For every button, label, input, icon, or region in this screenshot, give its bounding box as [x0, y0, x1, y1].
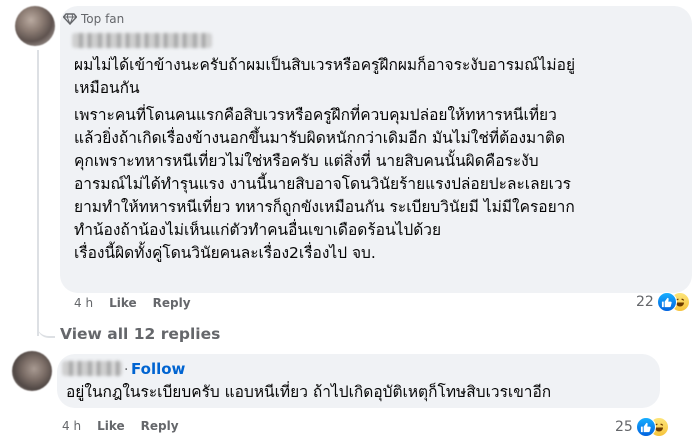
- comment-text: อยู่ในกฎในระเบียบครับ แอบหนีเที่ยว ถ้าไป…: [66, 383, 552, 401]
- comment-line: เพราะคนที่โดนคนแรกคือสิบเวรหรือครูฝึกที่…: [74, 106, 557, 124]
- like-reaction-icon: [656, 292, 677, 312]
- timestamp[interactable]: 4 h: [74, 296, 93, 310]
- comment-actions: 4 h Like Reply: [62, 419, 179, 433]
- reply-button[interactable]: Reply: [153, 296, 191, 310]
- badge-label: Top fan: [81, 12, 125, 26]
- comment-line: แล้วยิ่งถ้าเกิดเรื่องข้างนอกขึ้นมารับผิด…: [74, 129, 566, 147]
- follow-button[interactable]: Follow: [131, 360, 185, 378]
- thread-branch: [37, 310, 55, 338]
- reaction-summary[interactable]: 25: [615, 417, 672, 437]
- comment-line: เรื่องนี้ผิดทั้งคู่โดนวินัยคนละเรื่อง2เร…: [74, 244, 376, 262]
- like-button[interactable]: Like: [97, 419, 125, 433]
- comment-text: ผมไม่ได้เข้าข้างนะครับถ้าผมเป็นสิบเวรหรื…: [74, 54, 684, 265]
- comment-line: ทำน้องถ้าน้องไม่เห็นแก่ตัวทำคนอื่นเขาเดื…: [74, 221, 442, 239]
- separator-dot: ·: [124, 362, 129, 378]
- comment-line: อารมณ์ไม่ได้ทำรุนแรง งานนี้นายสิบอาจโดนว…: [74, 175, 571, 193]
- top-fan-badge: Top fan: [63, 12, 124, 26]
- reaction-count: 25: [615, 419, 633, 435]
- comment-line: คุกเพราะทหารหนีเที่ยวไม่ใช่หรือครับ แต่ส…: [74, 152, 539, 170]
- comment-line: ยามทำให้ทหารหนีเที่ยว ทหารก็ถูกขังเหมือน…: [74, 198, 575, 216]
- like-button[interactable]: Like: [109, 296, 137, 310]
- thread-line: [37, 50, 59, 336]
- view-all-replies-link[interactable]: View all 12 replies: [60, 325, 220, 343]
- avatar[interactable]: [15, 6, 55, 46]
- top-fan-diamond-icon: [63, 13, 77, 25]
- reply-button[interactable]: Reply: [141, 419, 179, 433]
- author-name[interactable]: [62, 361, 122, 376]
- comment-line: ผมไม่ได้เข้าข้างนะครับถ้าผมเป็นสิบเวรหรื…: [74, 56, 576, 74]
- reaction-count: 22: [636, 294, 654, 310]
- reaction-summary[interactable]: 22: [636, 292, 693, 312]
- comment-actions: 4 h Like Reply: [74, 296, 191, 310]
- timestamp[interactable]: 4 h: [62, 419, 81, 433]
- avatar[interactable]: [12, 351, 52, 391]
- author-name[interactable]: [72, 33, 212, 48]
- reaction-icons: [635, 417, 672, 437]
- like-reaction-icon: [635, 417, 656, 437]
- reaction-icons: [656, 292, 693, 312]
- comment-line: เหมือนกัน: [74, 79, 140, 97]
